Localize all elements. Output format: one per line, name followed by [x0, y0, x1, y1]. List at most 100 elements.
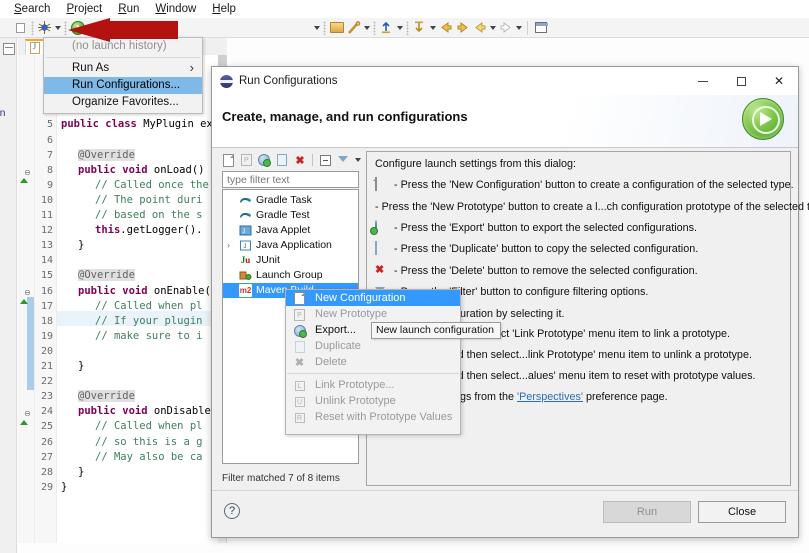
next-edit-icon[interactable]	[497, 19, 514, 36]
debug-icon[interactable]	[36, 19, 53, 36]
new-launch-configuration-tooltip: New launch configuration	[371, 322, 501, 339]
next-edit-dropdown-arrow[interactable]	[514, 19, 523, 36]
eclipse-icon	[220, 75, 233, 88]
new-prototype-icon: P	[293, 308, 306, 321]
perspectives-link[interactable]: 'Perspectives'	[517, 391, 583, 403]
close-button[interactable]: Close	[698, 501, 786, 523]
filter-input[interactable]: type filter text	[222, 171, 359, 188]
menu-item-window[interactable]: Window	[147, 2, 204, 16]
next-annotation-icon[interactable]	[411, 19, 428, 36]
context-item-new-configuration[interactable]: New Configuration	[286, 290, 460, 306]
line-number: 20	[41, 344, 53, 359]
line-number: 7	[47, 148, 53, 163]
tree-item-gradle-test[interactable]: Gradle Test	[223, 208, 358, 223]
delete-icon[interactable]: ✖	[293, 153, 308, 168]
tree-item-label: Gradle Task	[256, 193, 312, 208]
run-menu-item-organize-favorites[interactable]: Organize Favorites...	[44, 94, 202, 111]
line-number: 24	[41, 404, 53, 419]
run-dropdown-arrow[interactable]	[86, 19, 95, 36]
restore-view-icon[interactable]	[3, 43, 15, 55]
launch-group-icon	[239, 269, 252, 282]
menu-item-project[interactable]: Project	[58, 2, 110, 16]
open-type-icon[interactable]	[328, 19, 345, 36]
tree-item-junit[interactable]: Ju JUnit	[223, 253, 358, 268]
debug-dropdown-arrow[interactable]	[53, 19, 62, 36]
context-item-label: New Prototype	[315, 308, 387, 320]
next-annotation-dropdown-arrow[interactable]	[428, 19, 437, 36]
fold-toggle-icon[interactable]: ⊖	[23, 406, 32, 421]
fold-toggle-icon[interactable]: ⊖	[23, 285, 32, 300]
external-tools-icon[interactable]	[95, 19, 112, 36]
new-configuration-icon[interactable]	[221, 153, 236, 168]
left-view-rail: gin	[0, 38, 17, 553]
close-icon[interactable]: ✕	[760, 67, 798, 95]
run-button[interactable]: Run	[603, 501, 691, 523]
view-menu-icon[interactable]	[354, 153, 362, 168]
run-menu-item-run-configurations[interactable]: Run Configurations...	[44, 77, 202, 94]
previous-edit-icon[interactable]	[471, 19, 488, 36]
export-icon[interactable]	[257, 153, 272, 168]
previous-annotation-icon[interactable]	[378, 19, 395, 36]
chevron-right-icon[interactable]: ›	[227, 238, 237, 253]
toolbar-drag-handle-3[interactable]	[323, 21, 326, 35]
tool-bar	[0, 18, 809, 38]
code-line: public class MyPlugin ext	[61, 117, 218, 132]
fold-toggle-icon[interactable]: ⊖	[23, 165, 32, 180]
back-icon[interactable]	[437, 19, 454, 36]
line-number: 28	[41, 465, 53, 480]
dialog-title-bar[interactable]: Run Configurations ✕	[212, 67, 798, 95]
toolbar-drag-handle-5[interactable]	[406, 21, 409, 35]
tree-item-java-applet[interactable]: J Java Applet	[223, 223, 358, 238]
run-dropdown-menu: (no launch history) Run As Run Configura…	[43, 37, 203, 114]
toolbar-drag-handle-2[interactable]	[64, 21, 67, 35]
duplicate-icon[interactable]	[275, 153, 290, 168]
editor-code-surface[interactable]: public class MyPlugin ext@Overridepublic…	[57, 55, 218, 543]
code-line: }	[61, 480, 67, 495]
description-row-new-configuration: - Press the 'New Configuration' button t…	[375, 179, 782, 192]
description-row-new-prototype: - Press the 'New Prototype' button to cr…	[375, 201, 782, 213]
previous-edit-dropdown-arrow[interactable]	[488, 19, 497, 36]
line-number: 9	[47, 178, 53, 193]
tree-item-label: Gradle Test	[256, 208, 310, 223]
search-dropdown-arrow[interactable]	[362, 19, 371, 36]
toolbar-drag-handle[interactable]	[31, 21, 34, 35]
minimize-icon[interactable]	[684, 67, 722, 95]
tree-item-java-application[interactable]: › J Java Application	[223, 238, 358, 253]
run-menu-item-run-as[interactable]: Run As	[44, 60, 202, 77]
code-line: // Called once the	[95, 178, 209, 193]
previous-annotation-dropdown-arrow[interactable]	[395, 19, 404, 36]
code-line: }	[78, 359, 84, 374]
forward-icon[interactable]	[454, 19, 471, 36]
menu-item-help[interactable]: Help	[204, 2, 244, 16]
toolbar-separator	[527, 21, 528, 35]
code-line: // make sure to i	[95, 329, 202, 344]
line-number: 8	[47, 163, 53, 178]
line-number: 27	[41, 450, 53, 465]
run-icon[interactable]	[69, 19, 86, 36]
delete-icon: ✖	[293, 356, 306, 369]
search-icon[interactable]	[345, 19, 362, 36]
menu-item-run[interactable]: Run	[110, 2, 147, 16]
new-editor-icon[interactable]	[532, 19, 549, 36]
tree-status-label: Filter matched 7 of 8 items	[222, 473, 340, 484]
code-line: public void onDisable	[78, 404, 211, 419]
line-number: 13	[41, 238, 53, 253]
collapse-all-icon[interactable]	[318, 153, 333, 168]
run-menu-separator	[46, 57, 200, 58]
export-icon	[293, 324, 306, 337]
context-item-link-prototype: L Link Prototype...	[286, 377, 460, 393]
menu-item-search[interactable]: Search	[6, 2, 58, 16]
filter-icon[interactable]	[336, 153, 351, 168]
new-prototype-icon[interactable]: P	[239, 153, 254, 168]
tree-item-gradle-task[interactable]: Gradle Task	[223, 193, 358, 208]
code-line: public void onLoad()	[78, 163, 204, 178]
editor-marker-gutter[interactable]: ⊖ ⊖ ⊖	[18, 55, 35, 543]
run-large-icon	[742, 98, 784, 140]
help-icon[interactable]: ?	[224, 503, 240, 519]
toolbar-drag-handle-4[interactable]	[373, 21, 376, 35]
external-tools-dropdown-arrow[interactable]	[312, 19, 321, 36]
tree-item-label: JUnit	[256, 253, 280, 268]
maven-icon: m2	[239, 284, 252, 297]
tree-item-launch-group[interactable]: Launch Group	[223, 268, 358, 283]
maximize-icon[interactable]	[722, 67, 760, 95]
